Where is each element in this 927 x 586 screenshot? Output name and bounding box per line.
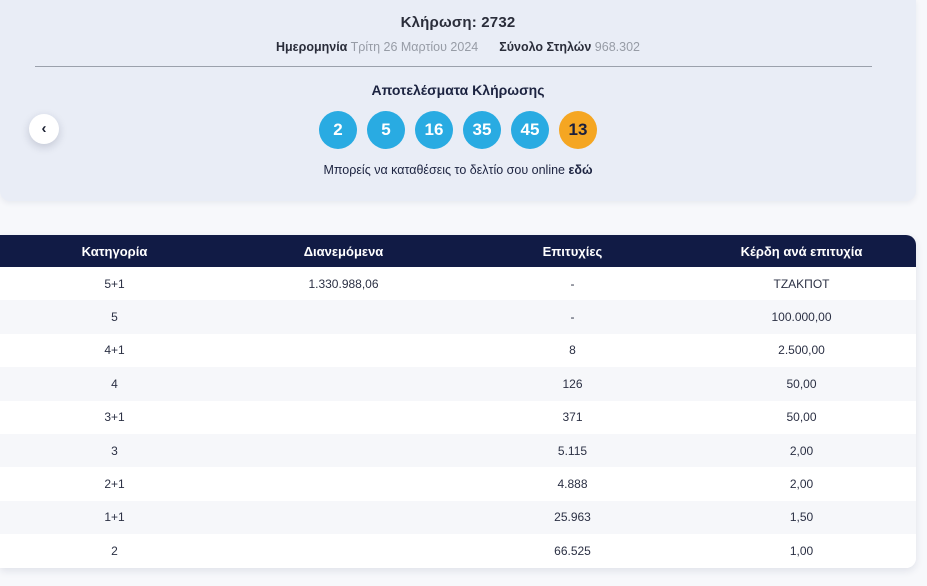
cell-category: 4 [111,376,118,391]
chevron-left-icon: ‹ [41,120,47,137]
table-row: 4+1 8 2.500,00 [0,333,916,368]
number-ball: 5 [367,111,405,149]
draw-panel: Κλήρωση: 2732 Ημερομηνία Τρίτη 26 Μαρτίο… [0,0,916,201]
cell-winners: 5.115 [557,443,588,458]
cell-category: 1+1 [104,510,125,525]
table-row: 5+1 1.330.988,06 - ΤΖΑΚΠΟΤ [0,267,916,301]
cell-prize: 2,00 [789,477,814,492]
winning-numbers: 2 5 16 35 45 13 [0,111,916,149]
cta-text: Μπορείς να καταθέσεις το δελτίο σου onli… [323,163,569,177]
column-header: Κέρδη ανά επιτυχία [740,243,863,259]
prize-table-header: Κατηγορία Διανεμόμενα Επιτυχίες Κέρδη ανά ε… [0,235,916,267]
cta-link[interactable]: εδώ [568,163,592,177]
number-ball: 45 [511,111,549,149]
cell-category: 2+1 [104,477,125,492]
date-label: Ημερομηνία [276,40,348,54]
cell-winners: - [570,276,575,291]
columns-total-label: Σύνολο Στηλών [499,40,592,54]
cell-category: 2 [111,543,118,558]
number-ball: 2 [319,111,357,149]
cell-distributed: 1.330.988,06 [308,276,379,291]
divider [35,66,872,67]
draw-title: Κλήρωση: 2732 [400,14,516,31]
number-ball: 35 [463,111,501,149]
table-row: 5 - 100.000,00 [0,300,916,334]
cell-winners: 25.963 [554,510,591,525]
page: Κλήρωση: 2732 Ημερομηνία Τρίτη 26 Μαρτίο… [0,0,927,586]
cell-winners: 371 [562,410,583,425]
cell-winners: 4.888 [557,477,588,492]
cell-category: 5 [111,310,118,325]
column-header: Επιτυχίες [542,243,603,259]
column-header: Κατηγορία [81,243,148,259]
previous-draw-button[interactable]: ‹ [29,114,59,144]
cell-prize: 1,00 [789,543,814,558]
draw-meta: Ημερομηνία Τρίτη 26 Μαρτίου 2024 Σύνολο … [0,40,916,54]
table-row: 1+1 25.963 1,50 [0,500,916,535]
cell-category: 3 [111,443,118,458]
cell-prize: 100.000,00 [771,310,832,325]
table-row: 2 66.525 1,00 [0,534,916,568]
cell-winners: 8 [569,343,576,358]
prize-table: Κατηγορία Διανεμόμενα Επιτυχίες Κέρδη ανά ε… [0,235,916,568]
results-title: Αποτελέσματα Κλήρωσης [371,82,545,98]
table-row: 3 5.115 2,00 [0,433,916,468]
number-ball: 16 [415,111,453,149]
date-value: Τρίτη 26 Μαρτίου 2024 [350,40,479,54]
cell-winners: - [570,310,575,325]
cell-winners: 66.525 [554,543,591,558]
table-row: 4 126 50,00 [0,367,916,401]
cell-category: 3+1 [104,410,125,425]
cell-prize: 50,00 [786,376,817,391]
cta-line: Μπορείς να καταθέσεις το δελτίο σου onli… [0,163,916,177]
cell-category: 4+1 [104,343,125,358]
table-row: 2+1 4.888 2,00 [0,467,916,501]
cell-prize: 1,50 [789,510,814,525]
column-header: Διανεμόμενα [303,243,384,259]
bonus-number-ball: 13 [559,111,597,149]
cell-prize: 2,00 [789,443,814,458]
cell-prize: ΤΖΑΚΠΟΤ [773,276,830,291]
cell-prize: 2.500,00 [778,343,825,358]
table-row: 3+1 371 50,00 [0,400,916,434]
columns-total-value: 968.302 [594,40,640,54]
cell-prize: 50,00 [786,410,817,425]
cell-winners: 126 [562,376,583,391]
prize-table-body: 5+1 1.330.988,06 - ΤΖΑΚΠΟΤ 5 - 100.000,00 4+1 8 2… [0,267,916,568]
cell-category: 5+1 [104,276,125,291]
